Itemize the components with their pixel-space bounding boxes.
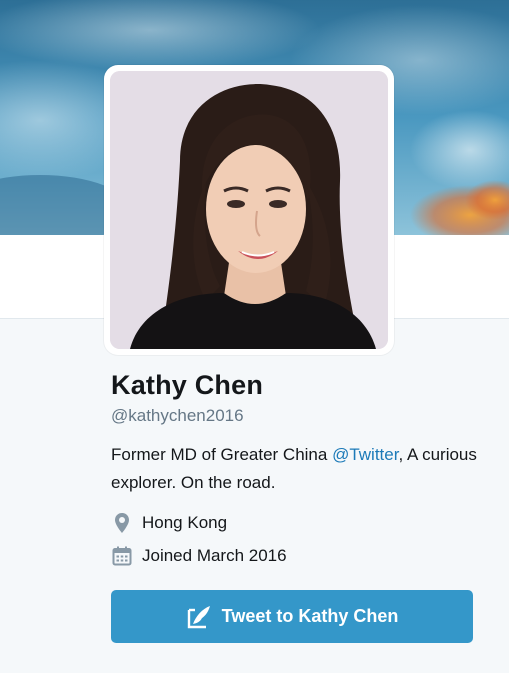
profile-bio: Former MD of Greater China @Twitter, A c… (111, 441, 481, 497)
profile-name[interactable]: Kathy Chen (111, 370, 263, 401)
joined-row: Joined March 2016 (111, 545, 287, 567)
tweet-to-button[interactable]: Tweet to Kathy Chen (111, 590, 473, 643)
avatar-photo (110, 71, 388, 349)
location-row: Hong Kong (111, 512, 227, 534)
bio-text: Former MD of Greater China (111, 445, 333, 464)
joined-text: Joined March 2016 (142, 546, 287, 565)
map-pin-icon (111, 512, 133, 534)
avatar-frame[interactable] (104, 65, 394, 355)
profile-page: Kathy Chen @kathychen2016 Former MD of G… (0, 0, 509, 673)
profile-handle[interactable]: @kathychen2016 (111, 406, 244, 426)
tweet-to-label: Tweet to Kathy Chen (221, 606, 399, 626)
calendar-icon (111, 545, 133, 567)
avatar[interactable] (110, 71, 388, 349)
bio-mention-link[interactable]: @Twitter (332, 445, 398, 464)
location-text: Hong Kong (142, 513, 228, 532)
compose-quill-icon (186, 604, 212, 630)
